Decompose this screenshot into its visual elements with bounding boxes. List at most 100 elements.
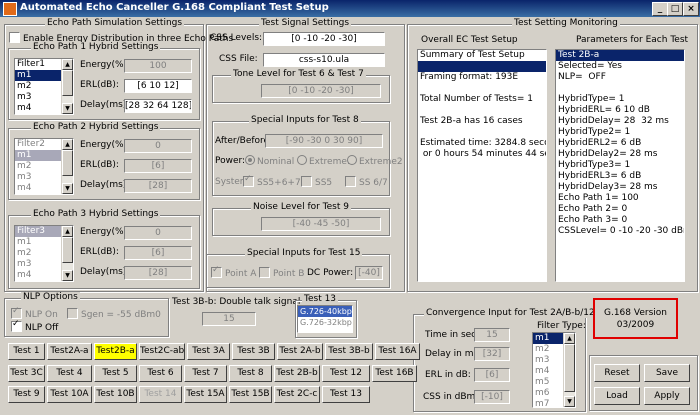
test-button-test-8[interactable]: Test 8 (229, 365, 272, 382)
test-button-test-7[interactable]: Test 7 (184, 365, 227, 382)
test-button-test-14[interactable]: Test 14 (139, 386, 182, 403)
scroll-thumb[interactable] (62, 70, 73, 96)
power-extreme2-radio[interactable]: Extreme2 (347, 155, 403, 167)
reset-button[interactable]: Reset (594, 364, 640, 382)
noise-input[interactable]: [-40 -45 -50] (261, 217, 381, 231)
erl-input[interactable]: [6] (474, 368, 510, 382)
delay-input[interactable]: [28 32 64 128] (124, 99, 192, 113)
after-before-input[interactable]: [-90 -30 0 30 90] (265, 134, 383, 148)
test-button-test2c-ab[interactable]: Test2C-ab (139, 343, 185, 360)
params-pane[interactable]: Test 2B-a Selected= Yes NLP= OFF HybridType… (555, 49, 685, 282)
scroll-down-icon[interactable]: ▼ (564, 396, 575, 407)
test-button-test-1[interactable]: Test 1 (8, 343, 45, 360)
checkbox-box[interactable] (67, 308, 78, 319)
checkbox-box[interactable] (243, 174, 254, 187)
minimize-button[interactable]: _ (652, 2, 668, 16)
checkbox-box[interactable] (345, 176, 356, 187)
checkbox-box[interactable] (301, 176, 312, 187)
test-button-test-2b-b[interactable]: Test 2B-b (274, 365, 320, 382)
test-button-test-3b-b[interactable]: Test 3B-b (325, 343, 373, 360)
delay-input[interactable]: [32] (474, 347, 510, 361)
maximize-button[interactable]: □ (667, 2, 683, 16)
echo-path-2-filter-list[interactable]: Filter2 m1 m2 m3 m4 ▲ ▼ (14, 138, 74, 195)
energy-input[interactable]: 0 (124, 139, 192, 153)
sgen-checkbox[interactable]: Sgen = -55 dBm0 (67, 308, 161, 320)
radio-dot[interactable] (297, 155, 307, 165)
tone-input[interactable]: [0 -10 -20 -30] (261, 84, 381, 98)
nlp-off-checkbox[interactable]: NLP Off (11, 319, 58, 333)
scroll-down-icon[interactable]: ▼ (62, 270, 73, 281)
scroll-up-icon[interactable]: ▲ (564, 333, 575, 344)
css-file-input[interactable]: css-s10.ula (263, 53, 385, 67)
load-button[interactable]: Load (594, 387, 640, 405)
point-a-checkbox[interactable]: Point A (211, 265, 256, 279)
scroll-up-icon[interactable]: ▲ (62, 59, 73, 70)
filter-scrollbar[interactable]: ▲ ▼ (61, 139, 73, 194)
test3b-input[interactable]: 15 (202, 312, 256, 326)
test-button-test-2c-c[interactable]: Test 2C-c (274, 386, 320, 403)
radio-dot[interactable] (245, 155, 255, 165)
test-button-test-4[interactable]: Test 4 (47, 365, 92, 382)
system-ss67-checkbox[interactable]: SS 6/7 (345, 176, 388, 188)
scroll-thumb[interactable] (564, 344, 575, 392)
css-levels-input[interactable]: [0 -10 -20 -30] (263, 32, 385, 46)
test-button-test-13[interactable]: Test 13 (322, 386, 370, 403)
test13-option[interactable]: G.726-40kbps (298, 306, 352, 317)
echo-path-1-filter-list[interactable]: Filter1 m1 m2 m3 m4 ▲ ▼ (14, 58, 74, 115)
erl-input[interactable]: [6] (124, 246, 192, 260)
dc-power-input[interactable]: [-40] (355, 266, 383, 280)
power-nominal-radio[interactable]: Nominal (245, 155, 294, 167)
test-button-test-15b[interactable]: Test 15B (229, 386, 272, 403)
apply-button[interactable]: Apply (644, 387, 690, 405)
test-button-test-15a[interactable]: Test 15A (184, 386, 227, 403)
css-input[interactable]: [-10] (474, 390, 510, 404)
test-button-test2b-a[interactable]: Test2B-a (94, 343, 137, 360)
checkbox-box[interactable] (11, 319, 22, 332)
test13-option[interactable]: G.726-32kbps (298, 317, 352, 328)
checkbox-box[interactable] (11, 306, 22, 319)
test-button-test-3b[interactable]: Test 3B (232, 343, 275, 360)
energy-input[interactable]: 0 (124, 226, 192, 240)
checkbox-box[interactable] (9, 32, 20, 43)
close-button[interactable]: × (683, 2, 699, 16)
save-button[interactable]: Save (644, 364, 690, 382)
test-button-test-16b[interactable]: Test 16B (372, 365, 417, 382)
overall-setup-pane[interactable]: Summary of Test Setup Framing format: 193… (417, 49, 547, 282)
scroll-up-icon[interactable]: ▲ (62, 226, 73, 237)
power-extreme1-radio[interactable]: Extreme1 (297, 155, 353, 167)
checkbox-box[interactable] (259, 267, 270, 278)
filter-scrollbar[interactable]: ▲ ▼ (563, 333, 575, 407)
test-button-test-3a[interactable]: Test 3A (187, 343, 230, 360)
scroll-thumb[interactable] (62, 150, 73, 176)
delay-input[interactable]: [28] (124, 179, 192, 193)
test-button-test-12[interactable]: Test 12 (322, 365, 370, 382)
scroll-down-icon[interactable]: ▼ (62, 183, 73, 194)
filter-scrollbar[interactable]: ▲ ▼ (61, 59, 73, 114)
test-button-test-16a[interactable]: Test 16A (375, 343, 420, 360)
checkbox-box[interactable] (211, 265, 222, 278)
time-input[interactable]: 15 (474, 328, 510, 342)
title-bar[interactable]: Automated Echo Canceller G.168 Compliant… (0, 0, 700, 17)
test13-listbox[interactable]: G.726-40kbps G.726-32kbps (297, 305, 353, 333)
radio-dot[interactable] (347, 155, 357, 165)
scroll-down-icon[interactable]: ▼ (62, 103, 73, 114)
scroll-thumb[interactable] (62, 237, 73, 263)
test-button-test-10b[interactable]: Test 10B (94, 386, 137, 403)
delay-input[interactable]: [28] (124, 266, 192, 280)
filter-scrollbar[interactable]: ▲ ▼ (61, 226, 73, 281)
test-button-test2a-a[interactable]: Test2A-a (47, 343, 92, 360)
test-button-test-2a-b[interactable]: Test 2A-b (277, 343, 323, 360)
test-button-test-6[interactable]: Test 6 (139, 365, 182, 382)
test-button-test-3c[interactable]: Test 3C (8, 365, 45, 382)
system-ss5-checkbox[interactable]: SS5 (301, 176, 332, 188)
point-b-checkbox[interactable]: Point B (259, 267, 304, 279)
erl-input[interactable]: [6 10 12] (124, 79, 192, 93)
test-button-test-5[interactable]: Test 5 (94, 365, 137, 382)
filter-type-listbox[interactable]: m1 m2 m3 m4 m5 m6 m7 ▲ ▼ (532, 332, 576, 408)
test-button-test-9[interactable]: Test 9 (8, 386, 45, 403)
energy-input[interactable]: 100 (124, 59, 192, 73)
echo-path-3-filter-list[interactable]: Filter3 m1 m2 m3 m4 ▲ ▼ (14, 225, 74, 282)
test-button-test-10a[interactable]: Test 10A (47, 386, 92, 403)
system-ss567-checkbox[interactable]: SS5+6+7 (243, 174, 301, 188)
erl-input[interactable]: [6] (124, 159, 192, 173)
